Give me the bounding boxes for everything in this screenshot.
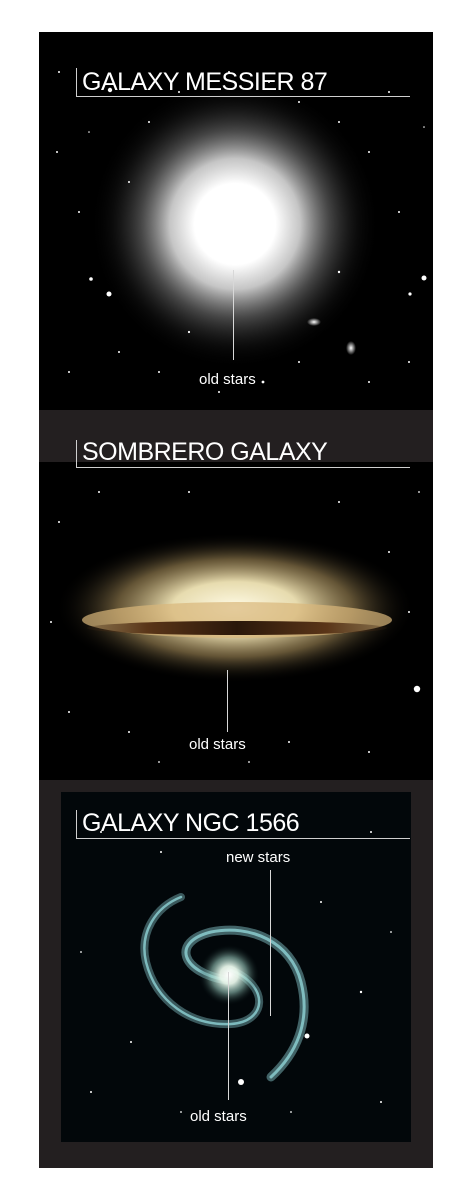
label-pointer bbox=[228, 972, 229, 1100]
companion-galaxy bbox=[346, 341, 356, 355]
ngc1566-panel bbox=[61, 792, 411, 1142]
label-pointer bbox=[233, 270, 234, 360]
panel-title-m87: GALAXY MESSIER 87 bbox=[82, 68, 328, 96]
label-old-stars: old stars bbox=[190, 1108, 247, 1125]
title-tick bbox=[76, 810, 77, 838]
label-new-stars: new stars bbox=[226, 849, 291, 866]
ngc1566-core bbox=[199, 945, 259, 1005]
sombrero-dust-lane bbox=[87, 621, 387, 635]
sombrero-panel bbox=[39, 462, 433, 780]
title-tick bbox=[76, 440, 77, 467]
title-rule bbox=[76, 96, 410, 97]
title-rule bbox=[76, 838, 410, 839]
companion-galaxy bbox=[307, 318, 321, 326]
ngc1566-image bbox=[61, 792, 411, 1142]
panel-title-ngc1566: GALAXY NGC 1566 bbox=[82, 809, 300, 837]
label-old-stars: old stars bbox=[199, 371, 256, 388]
label-pointer bbox=[227, 670, 228, 732]
sombrero-image bbox=[39, 462, 433, 780]
label-pointer bbox=[270, 870, 271, 1016]
label-old-stars: old stars bbox=[189, 736, 246, 753]
title-tick bbox=[76, 68, 77, 96]
title-rule bbox=[76, 467, 410, 468]
m87-galaxy-core bbox=[90, 79, 380, 369]
panel-title-sombrero: SOMBRERO GALAXY bbox=[82, 438, 328, 466]
